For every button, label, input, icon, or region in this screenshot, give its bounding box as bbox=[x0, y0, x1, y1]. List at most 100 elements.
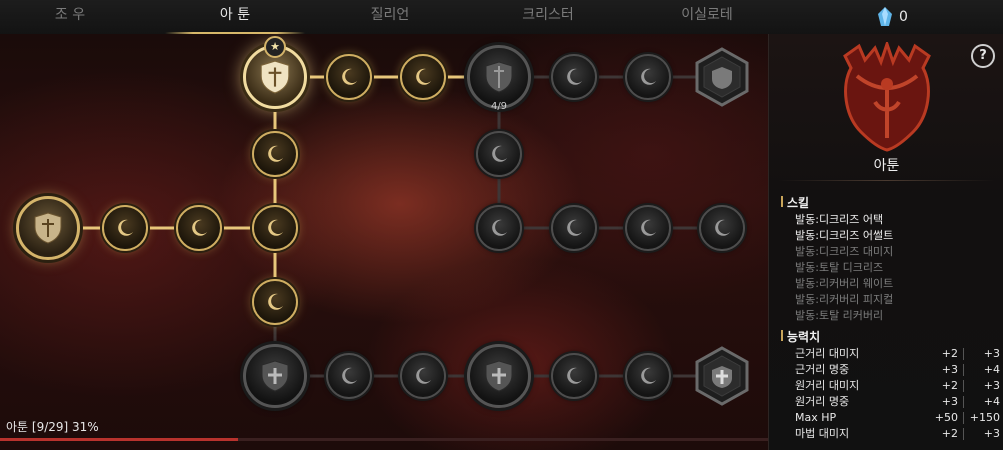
crescent-icon bbox=[342, 367, 357, 384]
crescent-icon bbox=[641, 219, 656, 236]
hex-emblem-node[interactable] bbox=[692, 47, 752, 107]
node-progress-count: 4/9 bbox=[490, 101, 508, 112]
stat-next: +4 bbox=[983, 363, 1000, 376]
tab-jillian[interactable]: 질리언 bbox=[320, 0, 460, 33]
crescent-icon bbox=[416, 68, 431, 85]
skill-node[interactable] bbox=[625, 353, 671, 399]
crescent-icon bbox=[641, 68, 656, 85]
stat-current: +2 bbox=[941, 347, 958, 360]
stat-label: 원거리 대미지 bbox=[795, 379, 860, 392]
skill-node[interactable] bbox=[326, 353, 372, 399]
crescent-icon bbox=[567, 68, 582, 85]
stat-next: +3 bbox=[983, 427, 1000, 440]
stat-next: +3 bbox=[983, 379, 1000, 392]
cross-shield-node[interactable] bbox=[467, 344, 531, 408]
tree-progress-bar bbox=[0, 438, 768, 441]
tab-bar: 조 우 아 툰 질리언 크리스터 이실로테 0 bbox=[0, 0, 1003, 35]
skill-node[interactable] bbox=[476, 131, 522, 177]
skill-node[interactable] bbox=[252, 279, 298, 325]
tab-atun[interactable]: 아 툰 bbox=[165, 0, 305, 34]
skill-node[interactable] bbox=[625, 205, 671, 251]
skill-node[interactable] bbox=[699, 205, 745, 251]
crescent-icon bbox=[268, 219, 283, 236]
stat-label: Max HP bbox=[795, 411, 837, 424]
stat-label: 원거리 명중 bbox=[795, 395, 850, 408]
skill-node[interactable] bbox=[551, 54, 597, 100]
cross-shield-icon bbox=[261, 360, 289, 392]
stats-title: 능력치 bbox=[780, 330, 821, 344]
stat-separator bbox=[963, 380, 964, 392]
shield-icon bbox=[260, 60, 290, 94]
skill-node[interactable] bbox=[625, 54, 671, 100]
sword-shield-node[interactable] bbox=[467, 45, 531, 109]
info-panel: ? 아툰 스킬 발동:디크리즈 어택 발동:디크리즈 어썰트 발동:디크리즈 대… bbox=[768, 34, 1003, 450]
stat-current: +2 bbox=[941, 427, 958, 440]
hex-emblem-node[interactable] bbox=[692, 346, 752, 406]
skill-node[interactable] bbox=[252, 205, 298, 251]
atun-emblem-icon bbox=[843, 42, 931, 152]
class-name: 아툰 bbox=[873, 158, 900, 174]
crescent-icon bbox=[641, 367, 656, 384]
crescent-icon bbox=[492, 219, 507, 236]
crescent-icon bbox=[492, 145, 507, 162]
crescent-icon bbox=[118, 219, 133, 236]
crescent-icon bbox=[268, 145, 283, 162]
hex-emblem-icon bbox=[695, 47, 749, 107]
stat-next: +4 bbox=[983, 395, 1000, 408]
root-shield-node[interactable] bbox=[16, 196, 80, 260]
skill-node[interactable] bbox=[551, 205, 597, 251]
crescent-icon bbox=[192, 219, 207, 236]
skill-item: 발동:리커버리 웨이트 bbox=[795, 277, 894, 290]
crescent-icon bbox=[342, 68, 357, 85]
skill-tree: ★ 4/9 아툰 [9/29] 31% bbox=[0, 34, 768, 450]
skills-title: 스킬 bbox=[780, 196, 810, 210]
stat-current: +3 bbox=[941, 395, 958, 408]
stat-label: 근거리 명중 bbox=[795, 363, 850, 376]
crystal-count: 0 bbox=[899, 9, 908, 25]
cross-shield-icon bbox=[485, 360, 513, 392]
help-button[interactable]: ? bbox=[971, 44, 995, 68]
sword-shield-icon bbox=[485, 61, 513, 93]
skill-node[interactable] bbox=[326, 54, 372, 100]
skill-item: 발동:디크리즈 대미지 bbox=[795, 245, 894, 258]
skill-item: 발동:리커버리 피지컬 bbox=[795, 293, 894, 306]
stat-separator bbox=[963, 364, 964, 376]
skill-node[interactable] bbox=[252, 131, 298, 177]
stat-separator bbox=[963, 428, 964, 440]
tree-progress-label: 아툰 [9/29] 31% bbox=[6, 420, 99, 434]
crescent-icon bbox=[416, 367, 431, 384]
stat-next: +3 bbox=[983, 347, 1000, 360]
skill-item: 발동:토탈 리커버리 bbox=[795, 309, 884, 322]
stat-separator bbox=[963, 348, 964, 360]
cross-shield-node[interactable] bbox=[243, 344, 307, 408]
skill-node[interactable] bbox=[176, 205, 222, 251]
tab-joo[interactable]: 조 우 bbox=[0, 0, 140, 33]
stat-current: +50 bbox=[934, 411, 958, 424]
skill-item: 발동:토탈 디크리즈 bbox=[795, 261, 884, 274]
crescent-icon bbox=[567, 219, 582, 236]
hex-cross-emblem-icon bbox=[695, 346, 749, 406]
blue-crystal-icon bbox=[878, 7, 892, 26]
tab-krister[interactable]: 크리스터 bbox=[478, 0, 618, 33]
skill-node[interactable] bbox=[551, 353, 597, 399]
stat-current: +2 bbox=[941, 379, 958, 392]
stat-separator bbox=[963, 412, 964, 424]
crescent-icon bbox=[567, 367, 582, 384]
skill-item: 발동:디크리즈 어택 bbox=[795, 213, 884, 226]
stat-current: +3 bbox=[941, 363, 958, 376]
tab-isilrote[interactable]: 이실로테 bbox=[637, 0, 777, 33]
skill-node[interactable] bbox=[400, 353, 446, 399]
stat-next: +150 bbox=[969, 411, 1000, 424]
skill-node[interactable] bbox=[102, 205, 148, 251]
tree-progress-fill bbox=[0, 438, 239, 441]
skill-node[interactable] bbox=[400, 54, 446, 100]
skill-item: 발동:디크리즈 어썰트 bbox=[795, 229, 894, 242]
crescent-icon bbox=[268, 293, 283, 310]
star-icon: ★ bbox=[264, 36, 286, 58]
skill-node[interactable] bbox=[476, 205, 522, 251]
stat-label: 마법 대미지 bbox=[795, 427, 850, 440]
stat-separator bbox=[963, 396, 964, 408]
shield-icon bbox=[34, 212, 62, 244]
stat-label: 근거리 대미지 bbox=[795, 347, 860, 360]
panel-divider bbox=[779, 180, 994, 181]
